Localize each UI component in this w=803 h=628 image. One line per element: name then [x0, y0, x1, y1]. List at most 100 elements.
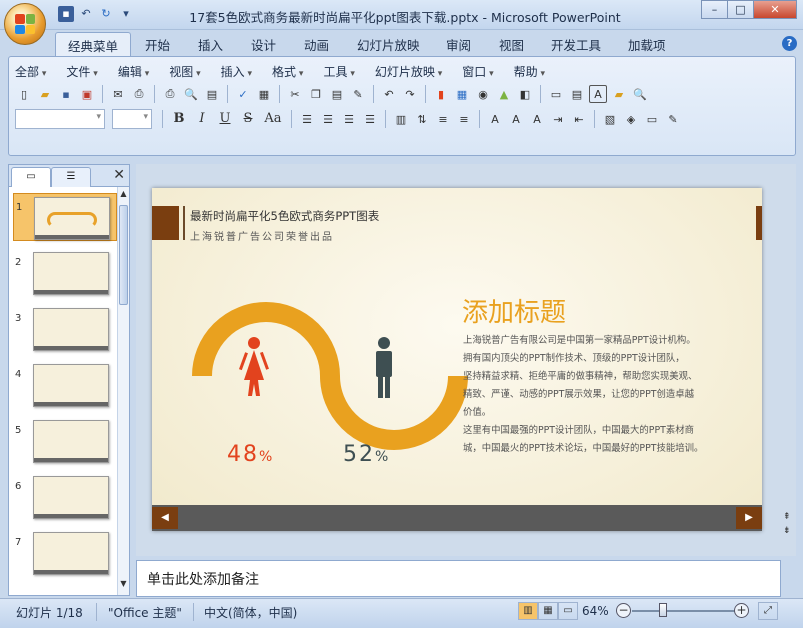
customize-qat-icon[interactable]: ▾ — [118, 6, 134, 22]
tab-developer[interactable]: 开发工具 — [551, 35, 601, 54]
tab-classic-menu[interactable]: 经典菜单 — [55, 32, 132, 58]
new-icon[interactable]: ▯ — [15, 85, 33, 103]
copy-icon[interactable]: ❐ — [307, 85, 325, 103]
tab-addins[interactable]: 加载项 — [628, 35, 666, 54]
previous-slide-icon[interactable]: ⇞ — [783, 512, 791, 522]
slide-subtitle[interactable]: 上海锐普广告公司荣誉出品 — [190, 228, 334, 243]
scroll-down-icon[interactable]: ▼ — [118, 579, 129, 593]
redo-icon[interactable]: ↷ — [401, 85, 419, 103]
print-preview-icon[interactable]: 🔍 — [182, 85, 200, 103]
menu-slideshow[interactable]: 幻灯片放映 — [375, 63, 442, 80]
tab-animations[interactable]: 动画 — [304, 35, 329, 54]
minimize-button[interactable]: – — [701, 0, 728, 19]
slideshow-view-icon[interactable]: ▭ — [558, 602, 578, 620]
publish-icon[interactable]: ⎙ — [130, 85, 148, 103]
menu-tools[interactable]: 工具 — [323, 63, 354, 80]
tab-outline[interactable]: ☰ — [51, 167, 91, 187]
slide-thumbnail-1[interactable]: 1 — [13, 193, 117, 241]
zoom-in-icon[interactable]: + — [734, 603, 749, 618]
tab-review[interactable]: 审阅 — [446, 35, 471, 54]
shape-outline-icon[interactable]: ✎ — [664, 110, 682, 128]
undo-icon[interactable]: ↶ — [380, 85, 398, 103]
menu-window[interactable]: 窗口 — [462, 63, 493, 80]
font-name-combo[interactable] — [15, 109, 105, 129]
quick-styles-icon[interactable]: ◈ — [622, 110, 640, 128]
picture-icon[interactable]: ▲ — [495, 85, 513, 103]
strikethrough-button[interactable]: S — [238, 109, 258, 129]
tab-insert[interactable]: 插入 — [198, 35, 223, 54]
fit-window-icon[interactable]: ⤢ — [758, 602, 778, 620]
zoom-icon[interactable]: 🔍 — [631, 85, 649, 103]
table-icon[interactable]: ▦ — [453, 85, 471, 103]
notes-pane[interactable]: 单击此处添加备注 — [136, 560, 781, 597]
prev-arrow-icon[interactable]: ◀ — [152, 507, 178, 529]
slide-sorter-icon[interactable]: ▦ — [538, 602, 558, 620]
slide-thumbnail-2[interactable]: 2 — [13, 249, 117, 297]
slide-scrollbar[interactable]: ⇞ ⇟ — [781, 164, 796, 556]
permission-icon[interactable]: ▣ — [78, 85, 96, 103]
italic-button[interactable]: I — [192, 109, 212, 129]
menu-insert[interactable]: 插入 — [221, 63, 252, 80]
align-center-icon[interactable]: ☰ — [319, 110, 337, 128]
menu-format[interactable]: 格式 — [272, 63, 303, 80]
normal-view-icon[interactable]: ▥ — [518, 602, 538, 620]
new-slide-icon[interactable]: ▭ — [547, 85, 565, 103]
columns-icon[interactable]: ▥ — [392, 110, 410, 128]
research-icon[interactable]: ▤ — [203, 85, 221, 103]
shrink-font-icon[interactable]: A — [528, 110, 546, 128]
print-icon[interactable]: ⎙ — [161, 85, 179, 103]
theme-name[interactable]: "Office 主题" — [108, 604, 182, 621]
zoom-out-icon[interactable]: − — [616, 603, 631, 618]
slide-thumbnail-7[interactable]: 7 — [13, 529, 117, 577]
next-slide-icon[interactable]: ⇟ — [783, 526, 791, 536]
scroll-thumb[interactable] — [119, 205, 128, 305]
menu-help[interactable]: 帮助 — [514, 63, 545, 80]
close-button[interactable]: ✕ — [753, 0, 797, 19]
paste-icon[interactable]: ▤ — [328, 85, 346, 103]
color-icon[interactable]: ◧ — [516, 85, 534, 103]
thumbnail-scrollbar[interactable]: ▲ ▼ — [117, 187, 129, 595]
help-icon[interactable]: ? — [782, 36, 797, 51]
folder-icon[interactable]: ▰ — [610, 85, 628, 103]
zoom-slider-track[interactable] — [632, 610, 740, 612]
close-pane-icon[interactable]: ✕ — [113, 167, 125, 183]
scroll-up-icon[interactable]: ▲ — [118, 189, 129, 203]
slide-heading[interactable]: 添加标题 — [462, 292, 566, 329]
layout-icon[interactable]: ▤ — [568, 85, 586, 103]
arrange-icon[interactable]: ▧ — [601, 110, 619, 128]
format-painter-icon[interactable]: ✎ — [349, 85, 367, 103]
bullets-icon[interactable]: ≡ — [455, 110, 473, 128]
text-direction-icon[interactable]: ⇅ — [413, 110, 431, 128]
numbering-icon[interactable]: ≡ — [434, 110, 452, 128]
font-color-icon[interactable]: A — [486, 110, 504, 128]
save-icon[interactable]: ▪ — [57, 85, 75, 103]
tab-view[interactable]: 视图 — [499, 35, 524, 54]
office-button[interactable] — [4, 3, 46, 45]
tab-slides[interactable]: ▭ — [11, 167, 51, 188]
zoom-level[interactable]: 64% — [582, 604, 609, 618]
align-right-icon[interactable]: ☰ — [340, 110, 358, 128]
textbox-icon[interactable]: A — [589, 85, 607, 103]
bold-button[interactable]: B — [169, 109, 189, 129]
slide-thumbnail-4[interactable]: 4 — [13, 361, 117, 409]
next-arrow-icon[interactable]: ▶ — [736, 507, 762, 529]
spelling-icon[interactable]: ✓ — [234, 85, 252, 103]
undo-icon[interactable]: ↶ — [78, 6, 94, 22]
underline-button[interactable]: U — [215, 109, 235, 129]
shape-fill-icon[interactable]: ▭ — [643, 110, 661, 128]
menu-view[interactable]: 视图 — [169, 63, 200, 80]
zoom-slider-handle[interactable] — [659, 603, 667, 617]
email-icon[interactable]: ✉ — [109, 85, 127, 103]
menu-edit[interactable]: 编辑 — [118, 63, 149, 80]
align-left-icon[interactable]: ☰ — [298, 110, 316, 128]
slide-thumbnail-3[interactable]: 3 — [13, 305, 117, 353]
current-slide[interactable]: 最新时尚扁平化5色欧式商务PPT图表 上海锐普广告公司荣誉出品 48% 52% … — [152, 188, 762, 531]
maximize-button[interactable]: □ — [727, 0, 754, 19]
chart-icon[interactable]: ▮ — [432, 85, 450, 103]
change-case-button[interactable]: Aa — [261, 109, 285, 129]
justify-icon[interactable]: ☰ — [361, 110, 379, 128]
grow-font-icon[interactable]: A — [507, 110, 525, 128]
tab-design[interactable]: 设计 — [251, 35, 276, 54]
redo-icon[interactable]: ↻ — [98, 6, 114, 22]
slide-thumbnail-6[interactable]: 6 — [13, 473, 117, 521]
